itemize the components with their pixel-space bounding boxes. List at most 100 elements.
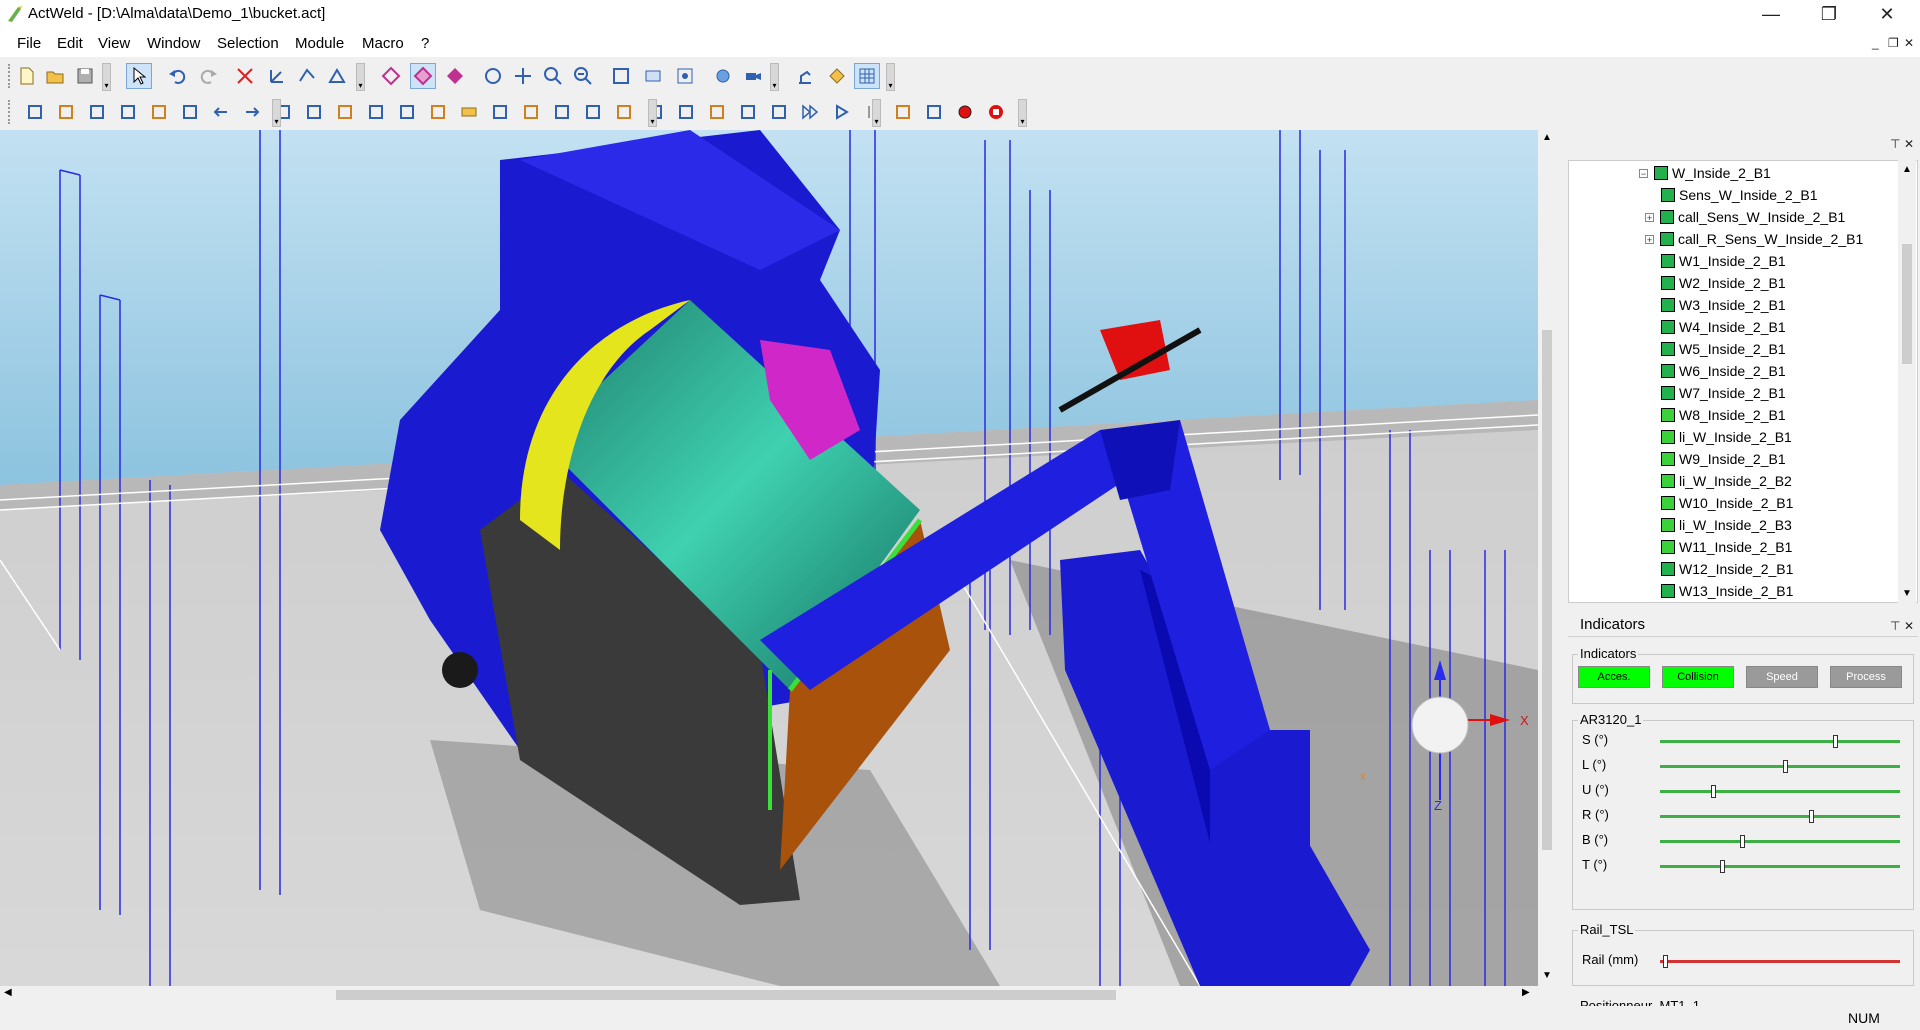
branch-icon[interactable] — [301, 99, 327, 125]
frame-icon[interactable] — [264, 63, 290, 89]
tree-scrollbar[interactable]: ▲ ▼ — [1898, 160, 1916, 603]
camera-menu-icon[interactable] — [740, 63, 766, 89]
joint-slider[interactable] — [1660, 860, 1900, 873]
close-button[interactable]: ✕ — [1858, 0, 1916, 29]
toolbar-grip[interactable] — [8, 100, 15, 124]
tree-item[interactable]: W13_Inside_2_B1 — [1661, 580, 1793, 602]
orbit-icon[interactable] — [480, 63, 506, 89]
align-right-icon[interactable] — [549, 99, 575, 125]
tree-pin-icon[interactable]: ⊤ — [1890, 137, 1900, 151]
render-shaded-icon[interactable] — [410, 63, 436, 89]
tree-item[interactable]: Sens_W_Inside_2_B1 — [1661, 184, 1818, 206]
tree-item[interactable]: li_W_Inside_2_B2 — [1661, 470, 1792, 492]
sequence-icon[interactable] — [704, 99, 730, 125]
menu-window[interactable]: Window — [147, 35, 200, 52]
toolbar-overflow[interactable]: ▾ — [102, 63, 111, 91]
program-tree[interactable]: − W_Inside_2_B1 Sens_W_Inside_2_B1 + call_… — [1568, 160, 1918, 603]
joint-slider[interactable] — [1660, 835, 1900, 848]
joint-slider[interactable] — [1660, 760, 1900, 773]
minimize-button[interactable]: — — [1742, 0, 1800, 29]
expand-icon[interactable]: + — [1645, 212, 1654, 222]
joint-slider-thumb[interactable] — [1782, 760, 1788, 773]
tree-item[interactable]: W5_Inside_2_B1 — [1661, 338, 1786, 360]
toolbar-overflow[interactable]: ▾ — [872, 99, 881, 127]
toolbar-overflow[interactable]: ▾ — [1018, 99, 1027, 127]
tool-icon[interactable] — [425, 99, 451, 125]
reset-icon[interactable] — [921, 99, 947, 125]
menu-view[interactable]: View — [98, 35, 130, 52]
fast-forward-icon[interactable] — [797, 99, 823, 125]
render-wire-icon[interactable] — [378, 63, 404, 89]
viewport-vertical-scrollbar[interactable]: ▲ ▼ — [1538, 130, 1556, 986]
joint-slider[interactable] — [1660, 785, 1900, 798]
tree-item[interactable]: + call_R_Sens_W_Inside_2_B1 — [1645, 228, 1863, 250]
cut-frame-icon[interactable] — [232, 63, 258, 89]
align-left-icon[interactable] — [487, 99, 513, 125]
robot-icon[interactable] — [792, 63, 818, 89]
zoom-in-icon[interactable] — [540, 63, 566, 89]
collapse-icon[interactable]: − — [1639, 168, 1648, 178]
tree-item[interactable]: W1_Inside_2_B1 — [1661, 250, 1786, 272]
add-sub-icon[interactable] — [146, 99, 172, 125]
tree-item[interactable]: W12_Inside_2_B1 — [1661, 558, 1793, 580]
mdi-minimize-button[interactable]: _ — [1872, 36, 1879, 50]
play-icon[interactable] — [828, 99, 854, 125]
swap-icon[interactable] — [735, 99, 761, 125]
scene-canvas[interactable]: Z X x — [0, 130, 1538, 986]
expand-icon[interactable]: + — [1645, 234, 1654, 244]
scroll-left-icon[interactable]: ◀ — [4, 987, 12, 998]
diamond-icon[interactable] — [824, 63, 850, 89]
previous-icon[interactable] — [208, 99, 234, 125]
add-path-icon[interactable] — [115, 99, 141, 125]
ruler-icon[interactable] — [456, 99, 482, 125]
viewport-horizontal-scrollbar[interactable]: ◀ ▶ — [0, 986, 1538, 1004]
sort-icon[interactable] — [611, 99, 637, 125]
joint-slider-thumb[interactable] — [1710, 785, 1716, 798]
tree-root[interactable]: − W_Inside_2_B1 — [1639, 162, 1771, 184]
pan-icon[interactable] — [510, 63, 536, 89]
triangle-frame-icon[interactable] — [324, 63, 350, 89]
menu-help[interactable]: ? — [421, 35, 429, 52]
select-arrow-icon[interactable] — [126, 63, 152, 89]
rail-slider-thumb[interactable] — [1662, 955, 1668, 968]
mdi-restore-button[interactable]: ❐ — [1888, 36, 1899, 50]
scroll-down-icon[interactable]: ▼ — [1902, 588, 1912, 599]
skip-icon[interactable] — [890, 99, 916, 125]
zoom-out-icon[interactable] — [570, 63, 596, 89]
grid-icon[interactable] — [854, 63, 880, 89]
stop-icon[interactable] — [983, 99, 1009, 125]
render-solid-icon[interactable] — [442, 63, 468, 89]
tree-item[interactable]: li_W_Inside_2_B1 — [1661, 426, 1792, 448]
indicators-close-icon[interactable]: ✕ — [1904, 619, 1914, 633]
scroll-right-icon[interactable]: ▶ — [1522, 987, 1530, 998]
indicator-speed-button[interactable]: Speed — [1746, 666, 1818, 688]
move-icon[interactable] — [363, 99, 389, 125]
joint-slider-thumb[interactable] — [1809, 810, 1815, 823]
record-icon[interactable] — [952, 99, 978, 125]
scroll-up-icon[interactable]: ▲ — [1542, 132, 1552, 143]
view-icon[interactable] — [710, 63, 736, 89]
tree-close-icon[interactable]: ✕ — [1904, 137, 1914, 151]
add-point-icon[interactable] — [53, 99, 79, 125]
step-icon[interactable] — [766, 99, 792, 125]
camera-icon[interactable] — [672, 63, 698, 89]
3d-viewport[interactable]: Z X x — [0, 130, 1538, 986]
open-icon[interactable] — [42, 63, 68, 89]
tree-item[interactable]: W9_Inside_2_B1 — [1661, 448, 1786, 470]
joint-slider[interactable] — [1660, 735, 1900, 748]
tree-item[interactable]: W10_Inside_2_B1 — [1661, 492, 1793, 514]
toolbar-overflow[interactable]: ▾ — [886, 63, 895, 91]
tree-item[interactable]: W11_Inside_2_B1 — [1661, 536, 1792, 558]
indicator-process-button[interactable]: Process — [1830, 666, 1902, 688]
rail-slider[interactable] — [1660, 955, 1900, 968]
menu-selection[interactable]: Selection — [217, 35, 279, 52]
reorder-icon[interactable] — [673, 99, 699, 125]
undo-icon[interactable] — [164, 63, 190, 89]
tree-item[interactable]: W2_Inside_2_B1 — [1661, 272, 1786, 294]
tree-item[interactable]: W6_Inside_2_B1 — [1661, 360, 1786, 382]
edit-path-icon[interactable] — [177, 99, 203, 125]
insert-point-icon[interactable] — [84, 99, 110, 125]
scroll-thumb[interactable] — [1542, 330, 1552, 850]
toolbar-overflow[interactable]: ▾ — [770, 63, 779, 91]
toolbar-overflow[interactable]: ▾ — [356, 63, 365, 91]
